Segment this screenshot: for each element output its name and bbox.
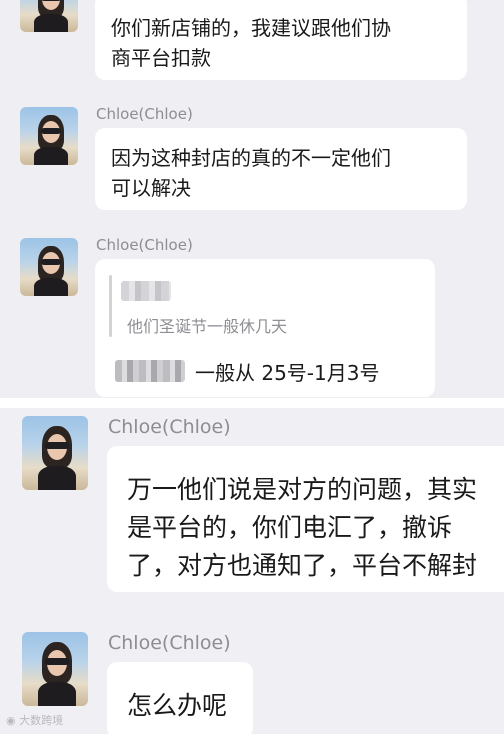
avatar[interactable] xyxy=(20,107,78,165)
message-bubble[interactable]: 你们新店铺的，我建议跟他们协 商平台扣款 xyxy=(95,0,467,80)
quoted-text: 他们圣诞节一般休几天 xyxy=(127,317,288,336)
message-bubble[interactable]: 因为这种封店的真的不一定他们 可以解决 xyxy=(95,128,467,210)
message-line: 商平台扣款 xyxy=(111,46,211,70)
message-line: 你们新店铺的，我建议跟他们协 xyxy=(111,16,391,40)
avatar[interactable] xyxy=(22,416,88,490)
message-line: 可以解决 xyxy=(111,176,191,200)
sender-name: Chloe(Chloe) xyxy=(96,105,193,123)
redacted-name xyxy=(121,281,171,301)
avatar[interactable] xyxy=(20,0,78,32)
message-line: 万一他们说是对方的问题，其实 xyxy=(127,475,478,504)
screenshot-divider xyxy=(0,398,504,408)
redacted-mention xyxy=(115,360,185,382)
quoted-reply-bubble[interactable]: 他们圣诞节一般休几天 一般从 25号-1月3号 xyxy=(95,259,435,397)
message-line: 是平台的，你们电汇了，撤诉 xyxy=(127,513,453,542)
watermark-text: 大数跨境 xyxy=(19,714,64,727)
sender-name: Chloe(Chloe) xyxy=(108,416,231,438)
sender-name: Chloe(Chloe) xyxy=(108,632,231,654)
sender-name: Chloe(Chloe) xyxy=(96,236,193,254)
message-bubble[interactable]: 怎么办呢 xyxy=(107,662,253,734)
reply-text: 一般从 25号-1月3号 xyxy=(195,361,380,385)
quote-bar xyxy=(109,275,112,337)
avatar[interactable] xyxy=(20,238,78,296)
chat-panel-top[interactable]: 你们新店铺的，我建议跟他们协 商平台扣款 Chloe(Chloe) 因为这种封店… xyxy=(0,0,504,398)
weibo-icon: ◉ xyxy=(6,714,20,727)
message-line: 因为这种封店的真的不一定他们 xyxy=(111,146,391,170)
watermark: ◉ 大数跨境 xyxy=(6,712,63,728)
avatar[interactable] xyxy=(22,632,88,706)
message-line: 怎么办呢 xyxy=(127,691,228,720)
message-line: 了，对方也通知了，平台不解封 xyxy=(127,551,478,580)
message-bubble[interactable]: 万一他们说是对方的问题，其实 是平台的，你们电汇了，撤诉 了，对方也通知了，平台… xyxy=(107,446,504,592)
chat-panel-bottom[interactable]: Chloe(Chloe) 万一他们说是对方的问题，其实 是平台的，你们电汇了，撤… xyxy=(0,408,504,734)
